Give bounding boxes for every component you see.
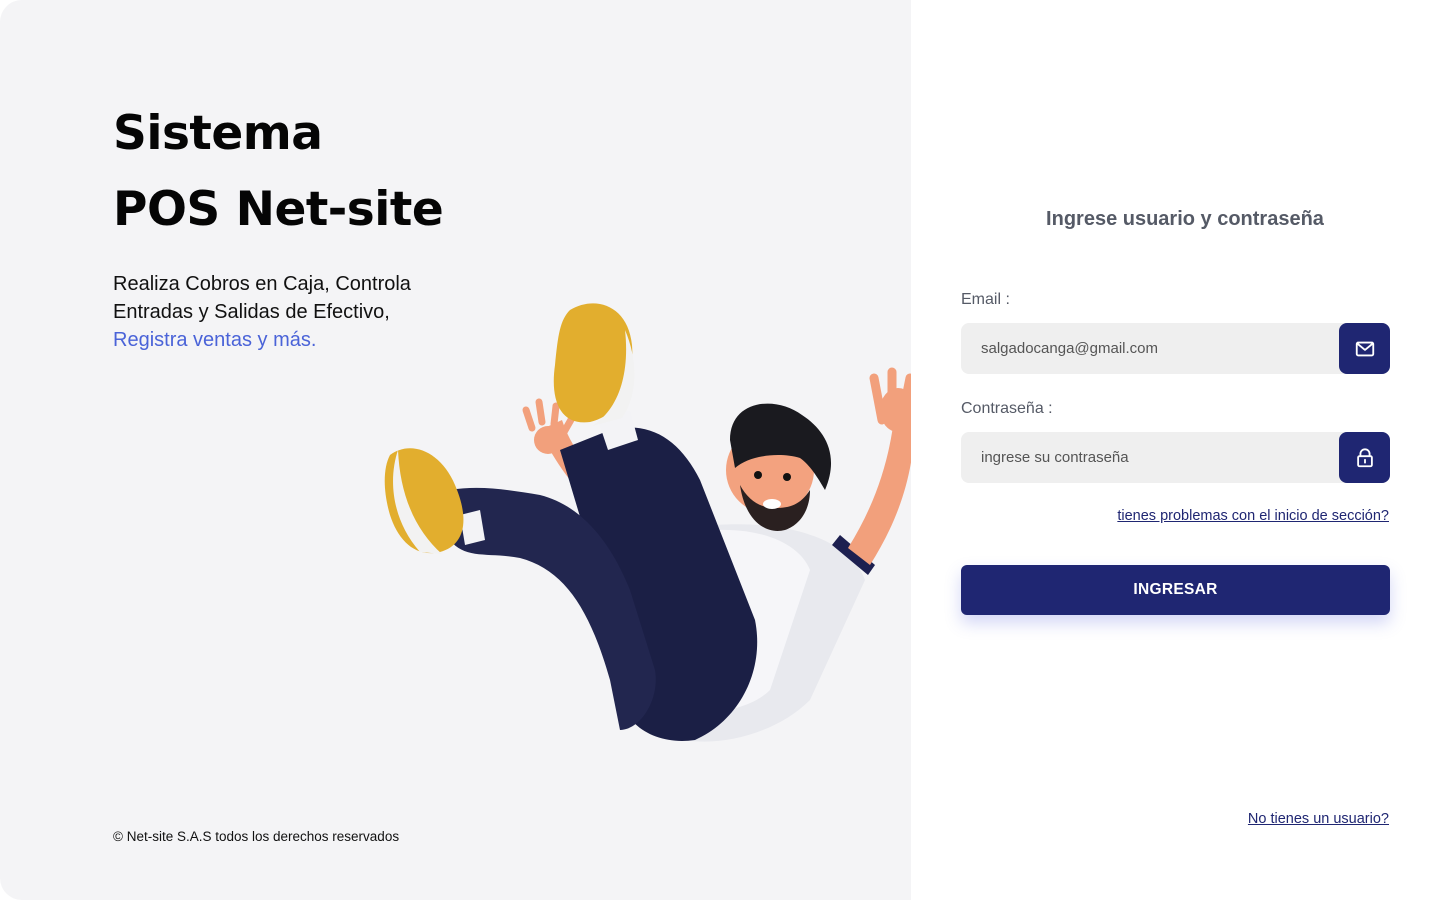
brand-title-line1: Sistema (113, 106, 323, 161)
envelope-icon (1355, 341, 1374, 356)
login-panel: Ingrese usuario y contraseña Email : Con… (911, 0, 1440, 900)
login-heading: Ingrese usuario y contraseña (1046, 208, 1324, 230)
email-input[interactable] (961, 323, 1339, 374)
login-submit-button[interactable]: INGRESAR (961, 565, 1390, 615)
brand-panel: Sistema POS Net-site Realiza Cobros en C… (0, 0, 911, 900)
password-field-wrapper (961, 432, 1390, 483)
falling-man-illustration (384, 303, 911, 742)
register-link[interactable]: No tienes un usuario? (1248, 811, 1389, 827)
password-input[interactable] (961, 432, 1339, 483)
brand-title-line2: POS Net-site (113, 182, 444, 237)
lock-icon (1356, 447, 1373, 467)
copyright-text: © Net-site S.A.S todos los derechos rese… (113, 829, 400, 844)
lock-icon-button (1339, 432, 1390, 483)
tagline-highlight: Registra ventas y más. (113, 329, 317, 351)
login-help-link[interactable]: tienes problemas con el inicio de secció… (1117, 508, 1389, 524)
brand-title: Sistema POS Net-site (113, 96, 444, 248)
password-label: Contraseña : (961, 400, 1053, 417)
tagline-text: Realiza Cobros en Caja, Controla Entrada… (113, 273, 411, 323)
email-icon-button (1339, 323, 1390, 374)
email-label: Email : (961, 291, 1010, 308)
email-field-wrapper (961, 323, 1390, 374)
